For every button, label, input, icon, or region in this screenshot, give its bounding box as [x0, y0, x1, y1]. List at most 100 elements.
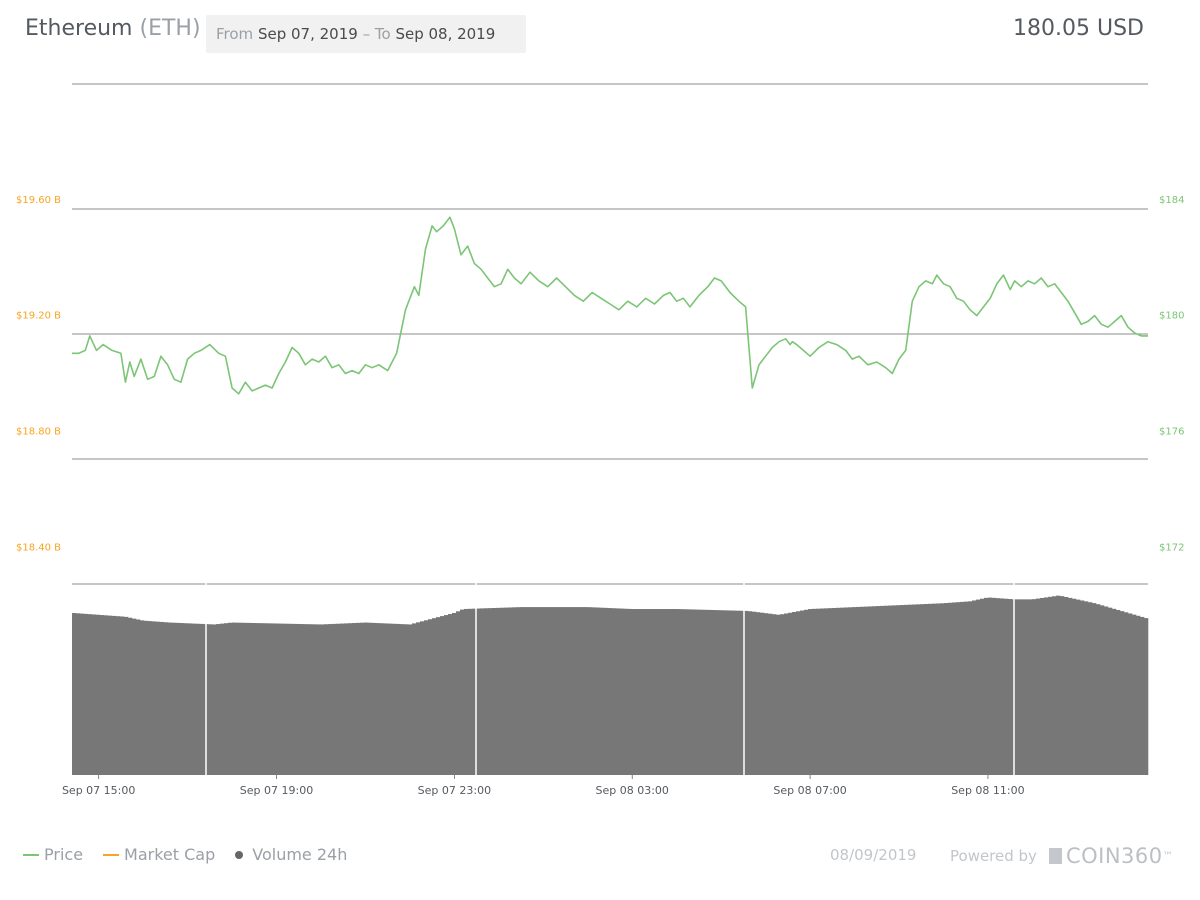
- volume-bar: [244, 622, 249, 775]
- volume-bar: [304, 624, 309, 775]
- volume-bar: [844, 607, 849, 775]
- volume-bar: [296, 623, 301, 775]
- volume-bar: [548, 607, 553, 775]
- volume-bar: [508, 607, 513, 775]
- volume-bar: [664, 609, 669, 775]
- volume-bar: [856, 606, 861, 775]
- volume-bar: [1048, 596, 1053, 775]
- volume-bar: [496, 607, 501, 775]
- market-cap-line-icon: [103, 853, 120, 856]
- volume-bar: [852, 607, 857, 775]
- volume-bar: [780, 614, 785, 775]
- volume-bar: [328, 624, 333, 775]
- volume-bar: [256, 623, 261, 775]
- volume-bar: [820, 608, 825, 775]
- legend-price[interactable]: Price: [23, 845, 83, 864]
- volume-bar: [824, 608, 829, 775]
- volume-series: [72, 577, 1149, 775]
- volume-bar: [220, 623, 225, 775]
- volume-bar: [580, 607, 585, 775]
- volume-bar: [276, 623, 281, 775]
- brand-name: COIN360: [1065, 844, 1163, 868]
- volume-bar: [1128, 613, 1133, 775]
- volume-bar: [336, 623, 341, 775]
- volume-bar: [720, 610, 725, 775]
- price-chart[interactable]: $19.60 B$19.20 B$18.80 B$18.40 B $184$18…: [0, 0, 1200, 830]
- volume-bar: [344, 623, 349, 775]
- volume-bar: [356, 622, 361, 775]
- volume-bar: [120, 616, 125, 775]
- volume-bar: [72, 613, 77, 775]
- volume-bar: [808, 609, 813, 775]
- volume-bar: [1028, 599, 1033, 775]
- volume-bar: [684, 609, 689, 775]
- volume-bar: [504, 607, 509, 775]
- volume-bar: [768, 613, 773, 775]
- price-tick-label: $176: [1159, 426, 1184, 437]
- market-cap-axis: $19.60 B $19.20 B $18.80 B $18.40 B: [16, 195, 61, 553]
- volume-bar: [88, 614, 93, 775]
- volume-bar: [576, 607, 581, 775]
- volume-bar: [840, 607, 845, 775]
- volume-bar: [352, 623, 357, 775]
- volume-bar: [828, 608, 833, 775]
- volume-bar: [1032, 599, 1037, 775]
- volume-bar: [464, 608, 469, 775]
- volume-bar: [736, 610, 741, 775]
- volume-bar: [164, 622, 169, 775]
- volume-bar: [1084, 601, 1089, 775]
- legend-volume[interactable]: Volume 24h: [235, 845, 347, 864]
- volume-bar: [468, 608, 473, 775]
- volume-bar: [1008, 599, 1013, 775]
- volume-bar: [536, 607, 541, 775]
- volume-bar: [280, 623, 285, 775]
- volume-bar: [928, 603, 933, 775]
- volume-bar: [516, 607, 521, 775]
- volume-bar: [724, 610, 729, 775]
- time-axis: Sep 07 15:00 Sep 07 19:00 Sep 07 23:00 Sep …: [62, 775, 1025, 797]
- volume-bar: [812, 608, 817, 775]
- volume-bar: [920, 604, 925, 775]
- volume-bar: [960, 601, 965, 775]
- volume-bar: [1108, 607, 1113, 775]
- volume-bar: [420, 621, 425, 775]
- volume-bar: [128, 617, 133, 775]
- volume-bar: [692, 609, 697, 775]
- coin360-logo[interactable]: COIN360 ™: [1048, 844, 1173, 868]
- volume-bar: [484, 608, 489, 775]
- volume-bar: [612, 608, 617, 775]
- volume-bar: [1064, 597, 1069, 775]
- chart-legend: Price Market Cap Volume 24h: [23, 845, 367, 864]
- volume-bar: [1016, 599, 1021, 775]
- volume-bar: [988, 597, 993, 775]
- volume-bar: [524, 607, 529, 775]
- volume-bar: [880, 605, 885, 775]
- volume-bar: [148, 621, 153, 775]
- volume-bar: [1004, 598, 1009, 775]
- volume-bar: [228, 622, 233, 775]
- market-cap-tick-label: $18.40 B: [16, 542, 61, 553]
- time-tick-label: Sep 07 15:00: [62, 784, 135, 797]
- volume-bar: [1104, 606, 1109, 775]
- volume-bar: [992, 597, 997, 775]
- volume-bar: [140, 620, 145, 775]
- volume-bar: [180, 623, 185, 775]
- volume-bar: [272, 623, 277, 775]
- volume-bar: [784, 613, 789, 775]
- volume-bar: [964, 601, 969, 775]
- volume-bar: [316, 624, 321, 775]
- volume-bar: [424, 620, 429, 775]
- volume-bar: [1088, 602, 1093, 775]
- volume-bar: [260, 623, 265, 775]
- price-axis: $184 $180 $176 $172: [1159, 195, 1184, 553]
- volume-bar: [1020, 599, 1025, 775]
- volume-bar: [132, 618, 137, 775]
- volume-bar: [788, 612, 793, 775]
- volume-bar: [848, 607, 853, 775]
- volume-bar: [940, 603, 945, 775]
- volume-bar: [764, 613, 769, 775]
- legend-market-cap[interactable]: Market Cap: [103, 845, 215, 864]
- volume-bar: [832, 607, 837, 775]
- volume-bar: [1072, 598, 1077, 775]
- volume-bar: [668, 609, 673, 775]
